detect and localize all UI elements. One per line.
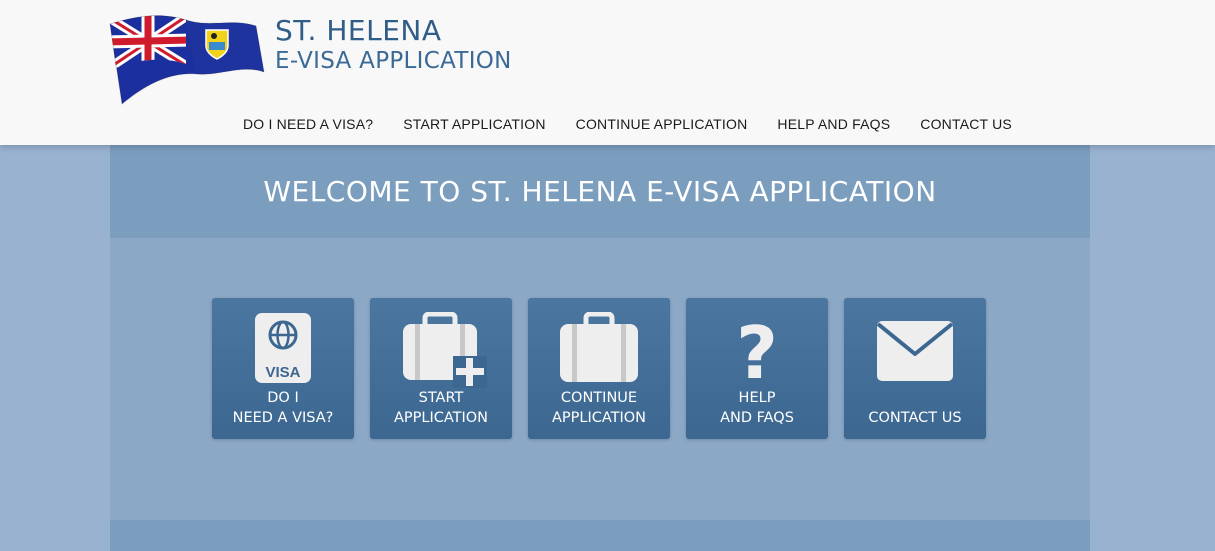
tile-label: HELP AND FAQS: [720, 390, 794, 426]
action-tiles: VISA DO I NEED A VISA? START APPLICATION: [212, 298, 986, 439]
nav-continue-application[interactable]: CONTINUE APPLICATION: [576, 116, 748, 132]
brand-title: ST. HELENA: [275, 14, 442, 47]
nav-help-and-faqs[interactable]: HELP AND FAQS: [777, 116, 890, 132]
passport-visa-icon: VISA: [212, 312, 354, 388]
envelope-icon: [844, 320, 986, 396]
nav-start-application[interactable]: START APPLICATION: [403, 116, 545, 132]
welcome-banner: WELCOME TO ST. HELENA E-VISA APPLICATION: [110, 145, 1090, 238]
tile-help-and-faqs[interactable]: ? HELP AND FAQS: [686, 298, 828, 439]
question-mark-icon: ?: [686, 312, 828, 388]
panel-footer-bar: [110, 520, 1090, 551]
question-mark-glyph: ?: [736, 312, 778, 388]
main-panel: WELCOME TO ST. HELENA E-VISA APPLICATION…: [110, 145, 1090, 551]
top-navigation: DO I NEED A VISA? START APPLICATION CONT…: [243, 116, 1012, 132]
tile-continue-application[interactable]: CONTINUE APPLICATION: [528, 298, 670, 439]
site-header: ST. HELENA E-VISA APPLICATION DO I NEED …: [0, 0, 1215, 145]
tile-do-i-need-a-visa[interactable]: VISA DO I NEED A VISA?: [212, 298, 354, 439]
briefcase-icon: [528, 312, 670, 388]
brand-subtitle: E-VISA APPLICATION: [275, 48, 512, 74]
tile-label: START APPLICATION: [393, 390, 489, 426]
welcome-title: WELCOME TO ST. HELENA E-VISA APPLICATION: [263, 175, 937, 208]
nav-do-i-need-a-visa[interactable]: DO I NEED A VISA?: [243, 116, 373, 132]
tile-label: CONTACT US: [868, 410, 962, 426]
visa-icon-text: VISA: [265, 364, 300, 381]
tile-contact-us[interactable]: CONTACT US: [844, 298, 986, 439]
tile-label: DO I NEED A VISA?: [232, 390, 334, 426]
st-helena-flag-logo[interactable]: [106, 12, 266, 112]
tile-start-application[interactable]: START APPLICATION: [370, 298, 512, 439]
tile-label: CONTINUE APPLICATION: [551, 390, 647, 426]
nav-contact-us[interactable]: CONTACT US: [920, 116, 1012, 132]
briefcase-plus-icon: [370, 312, 512, 388]
